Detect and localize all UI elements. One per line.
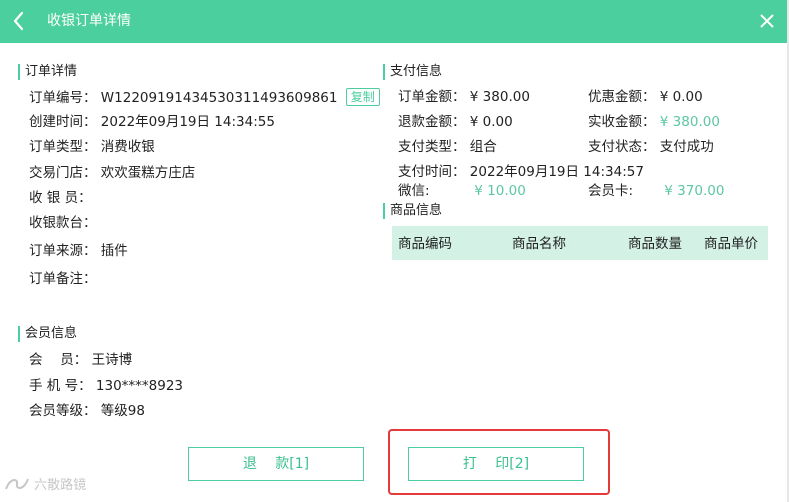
member-card-value: ¥ 370.00 xyxy=(664,183,725,199)
watermark-text: 六散路镜 xyxy=(34,478,87,493)
close-icon[interactable] xyxy=(757,11,777,31)
order-number-value: W12209191434530311493609861 xyxy=(100,90,338,106)
pay-status-value: 支付成功 xyxy=(659,139,714,155)
member-name-row: 会 员： 王诗博 xyxy=(29,351,132,369)
pay-type-label: 支付类型： xyxy=(398,139,466,155)
order-type-value: 消费收银 xyxy=(100,139,155,155)
col-goods-name: 商品名称 xyxy=(512,236,566,252)
remark-row: 订单备注： xyxy=(29,270,101,288)
created-time-value: 2022年09月19日 14:34:55 xyxy=(100,114,275,130)
order-type-row: 订单类型： 消费收银 xyxy=(29,138,155,156)
received-value: ¥ 380.00 xyxy=(659,114,720,130)
created-time-label: 创建时间： xyxy=(29,114,97,130)
refund-amount-value: ¥ 0.00 xyxy=(469,114,513,130)
refund-button[interactable]: 退 款[1] xyxy=(188,447,364,481)
member-level-label: 会员等级： xyxy=(29,403,97,419)
member-phone-value: 130****8923 xyxy=(95,378,184,394)
pay-type-row: 支付类型： 组合 xyxy=(398,138,497,156)
member-card-row: 会员卡: ¥ 370.00 xyxy=(588,182,724,200)
order-amount-value: ¥ 380.00 xyxy=(469,89,530,105)
watermark: 六散路镜 xyxy=(4,476,86,495)
store-label: 交易门店： xyxy=(29,165,97,181)
refund-amount-row: 退款金额： ¥ 0.00 xyxy=(398,113,513,131)
remark-label: 订单备注： xyxy=(29,271,97,287)
watermark-logo-icon xyxy=(4,476,30,492)
member-name-value: 王诗博 xyxy=(91,352,133,368)
member-section-title: 会员信息 xyxy=(18,326,77,342)
received-row: 实收金额： ¥ 380.00 xyxy=(588,113,720,131)
col-goods-price: 商品单价 xyxy=(704,236,758,252)
goods-table-header: 商品编码 商品名称 商品数量 商品单价 xyxy=(392,226,768,260)
pay-status-row: 支付状态： 支付成功 xyxy=(588,138,714,156)
source-value: 插件 xyxy=(100,243,128,259)
counter-label: 收银款台： xyxy=(29,215,97,231)
title-bar: 收银订单详情 xyxy=(0,0,789,43)
discount-row: 优惠金额： ¥ 0.00 xyxy=(588,88,703,106)
store-row: 交易门店： 欢欢蛋糕方庄店 xyxy=(29,164,195,182)
created-time-row: 创建时间： 2022年09月19日 14:34:55 xyxy=(29,113,275,131)
order-type-label: 订单类型： xyxy=(29,139,97,155)
member-name-label: 会 员： xyxy=(29,352,88,368)
order-number-label: 订单编号： xyxy=(29,90,97,106)
pay-status-label: 支付状态： xyxy=(588,139,656,155)
copy-button[interactable]: 复制 xyxy=(345,88,380,106)
cashier-label: 收 银 员： xyxy=(29,190,92,206)
payment-section-title: 支付信息 xyxy=(383,64,442,80)
discount-value: ¥ 0.00 xyxy=(659,89,703,105)
refund-amount-label: 退款金额： xyxy=(398,114,466,130)
received-label: 实收金额： xyxy=(588,114,656,130)
pay-time-value: 2022年09月19日 14:34:57 xyxy=(469,164,644,180)
member-level-row: 会员等级： 等级98 xyxy=(29,402,145,420)
order-amount-label: 订单金额： xyxy=(398,89,466,105)
cashier-row: 收 银 员： xyxy=(29,189,96,207)
member-card-label: 会员卡: xyxy=(588,183,634,199)
wechat-row: 微信: ¥ 10.00 xyxy=(398,182,526,200)
chevron-left-icon[interactable] xyxy=(10,9,30,33)
pay-type-value: 组合 xyxy=(469,139,497,155)
counter-row: 收银款台： xyxy=(29,214,101,232)
highlight-box xyxy=(388,429,610,495)
pay-time-row: 支付时间： 2022年09月19日 14:34:57 xyxy=(398,163,644,181)
pay-time-label: 支付时间： xyxy=(398,164,466,180)
window-title: 收银订单详情 xyxy=(47,13,131,29)
wechat-value: ¥ 10.00 xyxy=(474,183,526,199)
source-row: 订单来源： 插件 xyxy=(29,242,128,260)
discount-label: 优惠金额： xyxy=(588,89,656,105)
member-level-value: 等级98 xyxy=(100,403,145,419)
order-number-row: 订单编号： W12209191434530311493609861 复制 xyxy=(29,88,380,107)
wechat-label: 微信: xyxy=(398,183,430,199)
source-label: 订单来源： xyxy=(29,243,97,259)
order-section-title: 订单详情 xyxy=(18,64,77,80)
order-amount-row: 订单金额： ¥ 380.00 xyxy=(398,88,530,106)
store-value: 欢欢蛋糕方庄店 xyxy=(100,165,196,181)
col-goods-qty: 商品数量 xyxy=(628,236,682,252)
member-phone-label: 手 机 号： xyxy=(29,378,92,394)
goods-section-title: 商品信息 xyxy=(383,203,442,219)
member-phone-row: 手 机 号： 130****8923 xyxy=(29,377,183,395)
col-goods-code: 商品编码 xyxy=(398,236,452,252)
